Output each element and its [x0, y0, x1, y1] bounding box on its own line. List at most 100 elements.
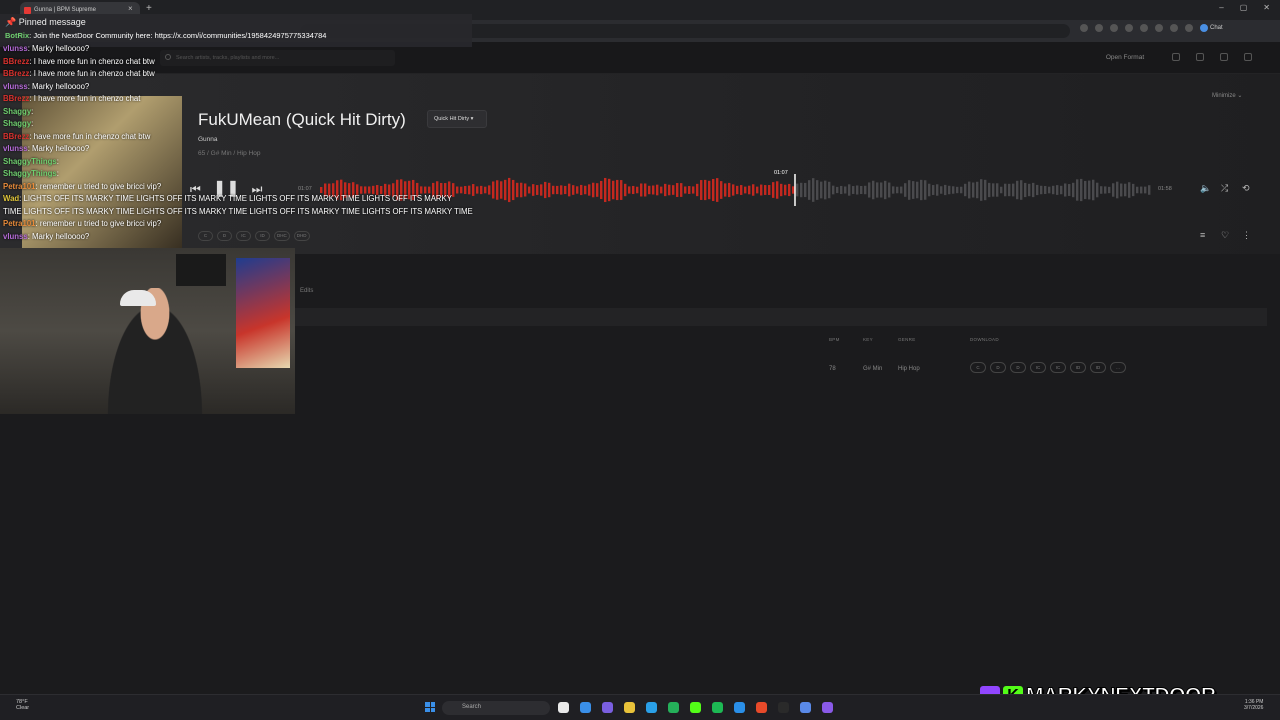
waveform-bar	[820, 181, 823, 199]
tab-edits[interactable]: Edits	[300, 288, 313, 294]
grid-icon[interactable]	[1196, 53, 1204, 61]
chat-username[interactable]: vlunss	[3, 44, 28, 53]
download-button[interactable]: …	[1110, 362, 1126, 373]
weather-widget[interactable]: 78°F Clear	[16, 699, 29, 711]
chat-username[interactable]: Shaggy	[3, 107, 31, 116]
chat-username[interactable]: Petra101	[3, 182, 36, 191]
chat-username[interactable]: vlunss	[3, 144, 28, 153]
column-key[interactable]: KEY	[863, 337, 873, 342]
download-button[interactable]: C	[970, 362, 986, 373]
column-bpm[interactable]: BPM	[829, 337, 840, 342]
waveform-bar	[716, 178, 719, 202]
stem-button[interactable]: IC	[236, 231, 251, 241]
window-minimize-button[interactable]: –	[1219, 3, 1223, 12]
extension-icon[interactable]	[1140, 24, 1148, 32]
taskbar-app-icon[interactable]	[800, 702, 811, 713]
favicon-icon	[24, 7, 31, 14]
stem-button[interactable]: DHD	[293, 231, 310, 241]
chat-button[interactable]: Chat	[1200, 24, 1223, 32]
waveform-bar	[672, 185, 675, 195]
taskbar-app-icon[interactable]	[624, 702, 635, 713]
playhead-marker[interactable]	[794, 174, 796, 206]
waveform-bar	[1060, 185, 1063, 195]
shuffle-icon[interactable]: ⤮	[1221, 184, 1230, 193]
window-maximize-button[interactable]: ▢	[1240, 3, 1248, 12]
tv-image	[176, 254, 226, 286]
download-button[interactable]: D	[990, 362, 1006, 373]
chat-username[interactable]: Shaggy	[3, 119, 31, 128]
open-format-button[interactable]: Open Format	[1096, 50, 1154, 66]
chat-username[interactable]: ShaggyThings	[3, 157, 57, 166]
chat-message: Shaggy:	[3, 106, 34, 116]
waveform-bar	[576, 186, 579, 194]
chat-username[interactable]: ShaggyThings	[3, 169, 57, 178]
search-input[interactable]: Search artists, tracks, playlists and mo…	[160, 50, 395, 66]
expand-icon[interactable]	[1172, 53, 1180, 61]
chat-username[interactable]: BBrezz	[3, 132, 29, 141]
download-button[interactable]: D	[1010, 362, 1026, 373]
taskbar-app-icon[interactable]	[712, 702, 723, 713]
artist-link[interactable]: Gunna	[198, 136, 218, 143]
chat-username[interactable]: BBrezz	[3, 57, 29, 66]
taskbar-app-icon[interactable]	[558, 702, 569, 713]
waveform-bar	[760, 184, 763, 196]
chat-username[interactable]: vlunss	[3, 82, 28, 91]
taskbar-app-icon[interactable]	[778, 702, 789, 713]
waveform-bar	[532, 184, 535, 196]
chat-username[interactable]: vlunss	[3, 232, 28, 241]
repeat-icon[interactable]: ⟲	[1242, 184, 1251, 193]
stem-button[interactable]: C	[198, 231, 213, 241]
download-buttons: C D D IC IC ID ID…	[970, 362, 1126, 373]
download-button[interactable]: ID	[1070, 362, 1086, 373]
extension-icon[interactable]	[1110, 24, 1118, 32]
taskbar-search[interactable]: Search	[442, 701, 550, 715]
column-genre[interactable]: GENRE	[898, 337, 916, 342]
menu-dots-icon[interactable]	[1185, 24, 1193, 32]
more-icon[interactable]: ⋮	[1242, 230, 1251, 241]
chat-username[interactable]: Petra101	[3, 219, 36, 228]
system-clock[interactable]: 1:36 PM 3/7/2026	[1244, 699, 1263, 711]
extension-icon[interactable]	[1125, 24, 1133, 32]
bell-icon[interactable]	[1220, 53, 1228, 61]
waveform-bar	[880, 182, 883, 198]
window-close-button[interactable]: ✕	[1263, 3, 1270, 12]
taskbar-app-icon[interactable]	[646, 702, 657, 713]
minimize-button[interactable]: Minimize ⌄	[1212, 92, 1242, 99]
extensions-puzzle-icon[interactable]	[1155, 24, 1163, 32]
new-tab-button[interactable]: +	[146, 3, 152, 14]
user-icon[interactable]	[1244, 53, 1252, 61]
heart-icon[interactable]: ♡	[1221, 230, 1230, 241]
stem-button[interactable]: ID	[255, 231, 270, 241]
waveform-bar	[680, 183, 683, 197]
extension-icon[interactable]	[1095, 24, 1103, 32]
streamer-image	[100, 288, 210, 414]
taskbar-app-icon[interactable]	[822, 702, 833, 713]
taskbar-app-icon[interactable]	[668, 702, 679, 713]
stem-button[interactable]: D	[217, 231, 232, 241]
cap-image	[120, 290, 156, 306]
version-dropdown[interactable]: Quick Hit Dirty ▾	[427, 110, 487, 128]
download-button[interactable]: ID	[1090, 362, 1106, 373]
taskbar-app-icon[interactable]	[602, 702, 613, 713]
stem-button[interactable]: DHC	[274, 231, 290, 241]
chat-username[interactable]: Wad	[3, 194, 19, 203]
windows-start-icon[interactable]	[425, 702, 435, 712]
volume-icon[interactable]: 🔈	[1200, 184, 1211, 193]
queue-icon[interactable]: ≡	[1200, 230, 1209, 241]
chat-username[interactable]: BBrezz	[3, 94, 29, 103]
taskbar-app-icon[interactable]	[756, 702, 767, 713]
waveform-bar	[480, 185, 483, 195]
waveform-bar	[1052, 185, 1055, 195]
waveform-bar	[616, 179, 619, 201]
pinned-text[interactable]: Join the NextDoor Community here: https:…	[33, 31, 326, 40]
download-button[interactable]: IC	[1050, 362, 1066, 373]
taskbar-app-icon[interactable]	[734, 702, 745, 713]
profile-avatar[interactable]	[1170, 24, 1178, 32]
chat-username[interactable]: BBrezz	[3, 69, 29, 78]
bookmark-star-icon[interactable]	[1080, 24, 1088, 32]
taskbar-app-icon[interactable]	[690, 702, 701, 713]
download-button[interactable]: IC	[1030, 362, 1046, 373]
tab-close-icon[interactable]: ×	[128, 4, 133, 13]
waveform-bar	[988, 182, 991, 198]
taskbar-app-icon[interactable]	[580, 702, 591, 713]
